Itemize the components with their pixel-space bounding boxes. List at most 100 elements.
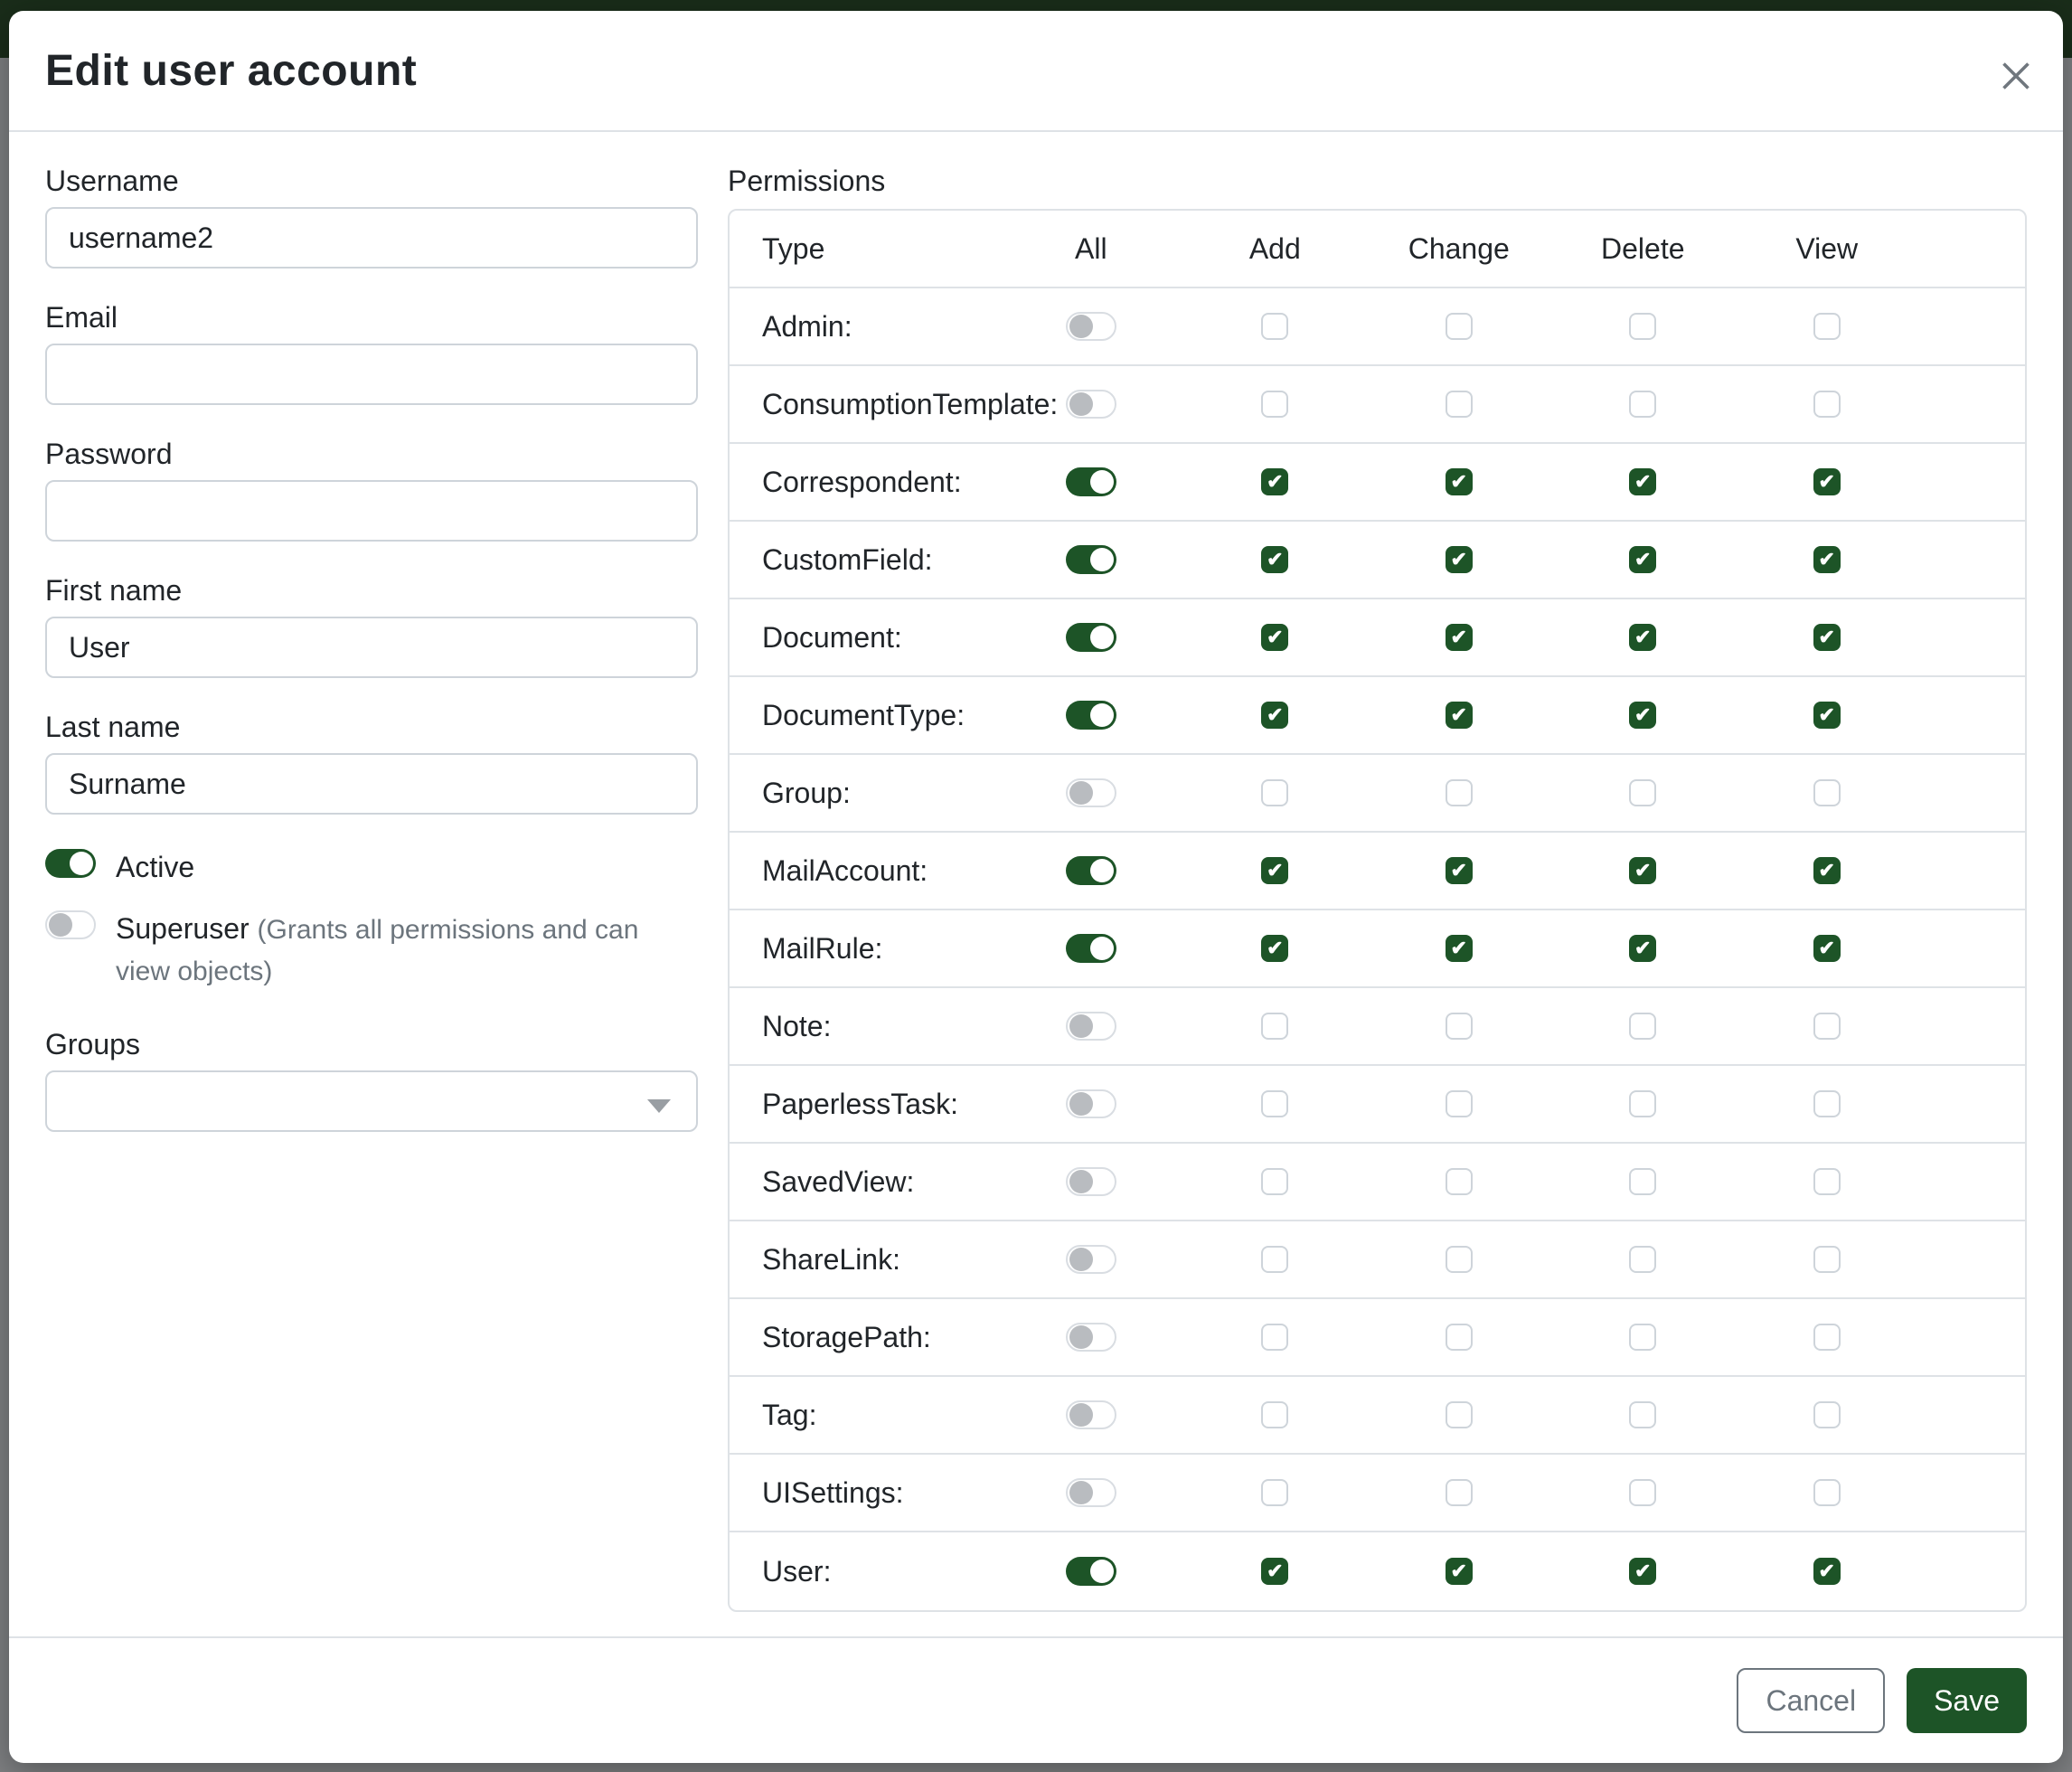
change-checkbox[interactable] [1446,1401,1473,1428]
change-checkbox[interactable] [1446,1168,1473,1195]
view-checkbox[interactable]: ✔ [1813,546,1841,573]
add-checkbox[interactable] [1261,1246,1288,1273]
add-checkbox[interactable] [1261,391,1288,418]
all-toggle[interactable] [1066,467,1116,496]
change-checkbox[interactable]: ✔ [1446,857,1473,884]
view-checkbox[interactable] [1813,1090,1841,1117]
delete-checkbox[interactable] [1629,1401,1656,1428]
change-checkbox[interactable]: ✔ [1446,935,1473,962]
add-checkbox[interactable] [1261,1479,1288,1506]
view-checkbox[interactable]: ✔ [1813,624,1841,651]
delete-checkbox[interactable]: ✔ [1629,624,1656,651]
delete-checkbox[interactable]: ✔ [1629,935,1656,962]
add-checkbox[interactable]: ✔ [1261,857,1288,884]
delete-checkbox[interactable] [1629,391,1656,418]
all-toggle[interactable] [1066,1400,1116,1429]
delete-checkbox[interactable] [1629,1324,1656,1351]
change-checkbox[interactable] [1446,1479,1473,1506]
view-checkbox[interactable] [1813,1168,1841,1195]
view-checkbox[interactable] [1813,1401,1841,1428]
view-checkbox[interactable] [1813,1013,1841,1040]
view-checkbox[interactable] [1813,779,1841,806]
username-input[interactable] [45,207,698,269]
all-toggle[interactable] [1066,1478,1116,1507]
change-checkbox[interactable] [1446,1090,1473,1117]
view-checkbox[interactable] [1813,313,1841,340]
close-button[interactable] [1996,56,2036,96]
all-toggle[interactable] [1066,778,1116,807]
add-checkbox[interactable] [1261,1168,1288,1195]
dropdown-caret-icon [647,1099,671,1113]
change-checkbox[interactable]: ✔ [1446,546,1473,573]
add-checkbox[interactable] [1261,1324,1288,1351]
password-input[interactable] [45,480,698,542]
delete-checkbox[interactable] [1629,1479,1656,1506]
add-checkbox[interactable]: ✔ [1261,935,1288,962]
change-checkbox[interactable] [1446,779,1473,806]
change-checkbox[interactable]: ✔ [1446,624,1473,651]
delete-checkbox[interactable] [1629,1168,1656,1195]
save-button[interactable]: Save [1907,1668,2027,1733]
all-toggle[interactable] [1066,1167,1116,1196]
permissions-section: Permissions Type All Add Change Delete V… [728,165,2027,1636]
all-toggle[interactable] [1066,1089,1116,1118]
all-toggle[interactable] [1066,1245,1116,1274]
all-toggle[interactable] [1066,312,1116,341]
add-checkbox[interactable]: ✔ [1261,702,1288,729]
groups-select[interactable] [45,1070,698,1132]
permission-type: SavedView: [730,1165,999,1199]
permission-type: Document: [730,621,999,655]
delete-checkbox[interactable]: ✔ [1629,468,1656,495]
all-toggle[interactable] [1066,1012,1116,1041]
all-toggle[interactable] [1066,390,1116,419]
view-checkbox[interactable] [1813,391,1841,418]
delete-checkbox[interactable] [1629,1013,1656,1040]
add-checkbox[interactable]: ✔ [1261,1558,1288,1585]
add-checkbox[interactable] [1261,1090,1288,1117]
add-checkbox[interactable] [1261,1401,1288,1428]
add-checkbox[interactable] [1261,779,1288,806]
change-checkbox[interactable]: ✔ [1446,468,1473,495]
change-checkbox[interactable] [1446,1324,1473,1351]
view-checkbox[interactable]: ✔ [1813,702,1841,729]
delete-checkbox[interactable] [1629,313,1656,340]
delete-checkbox[interactable]: ✔ [1629,857,1656,884]
change-checkbox[interactable] [1446,1013,1473,1040]
view-checkbox[interactable]: ✔ [1813,1558,1841,1585]
delete-checkbox[interactable] [1629,1246,1656,1273]
change-checkbox[interactable]: ✔ [1446,702,1473,729]
email-input[interactable] [45,344,698,405]
change-checkbox[interactable] [1446,1246,1473,1273]
cancel-button[interactable]: Cancel [1737,1668,1885,1733]
all-toggle[interactable] [1066,623,1116,652]
change-checkbox[interactable]: ✔ [1446,1558,1473,1585]
delete-checkbox[interactable]: ✔ [1629,1558,1656,1585]
view-checkbox[interactable]: ✔ [1813,857,1841,884]
all-toggle[interactable] [1066,1557,1116,1586]
add-checkbox[interactable] [1261,1013,1288,1040]
add-checkbox[interactable]: ✔ [1261,624,1288,651]
add-checkbox[interactable]: ✔ [1261,468,1288,495]
delete-checkbox[interactable]: ✔ [1629,702,1656,729]
all-toggle[interactable] [1066,856,1116,885]
all-toggle[interactable] [1066,1323,1116,1352]
superuser-toggle[interactable] [45,910,96,939]
all-toggle[interactable] [1066,545,1116,574]
delete-checkbox[interactable] [1629,779,1656,806]
view-checkbox[interactable] [1813,1324,1841,1351]
all-toggle[interactable] [1066,934,1116,963]
delete-checkbox[interactable]: ✔ [1629,546,1656,573]
first-name-input[interactable] [45,617,698,678]
view-checkbox[interactable] [1813,1246,1841,1273]
add-checkbox[interactable]: ✔ [1261,546,1288,573]
delete-checkbox[interactable] [1629,1090,1656,1117]
active-toggle[interactable] [45,849,96,878]
view-checkbox[interactable]: ✔ [1813,468,1841,495]
last-name-input[interactable] [45,753,698,815]
all-toggle[interactable] [1066,701,1116,730]
view-checkbox[interactable] [1813,1479,1841,1506]
change-checkbox[interactable] [1446,391,1473,418]
view-checkbox[interactable]: ✔ [1813,935,1841,962]
add-checkbox[interactable] [1261,313,1288,340]
change-checkbox[interactable] [1446,313,1473,340]
